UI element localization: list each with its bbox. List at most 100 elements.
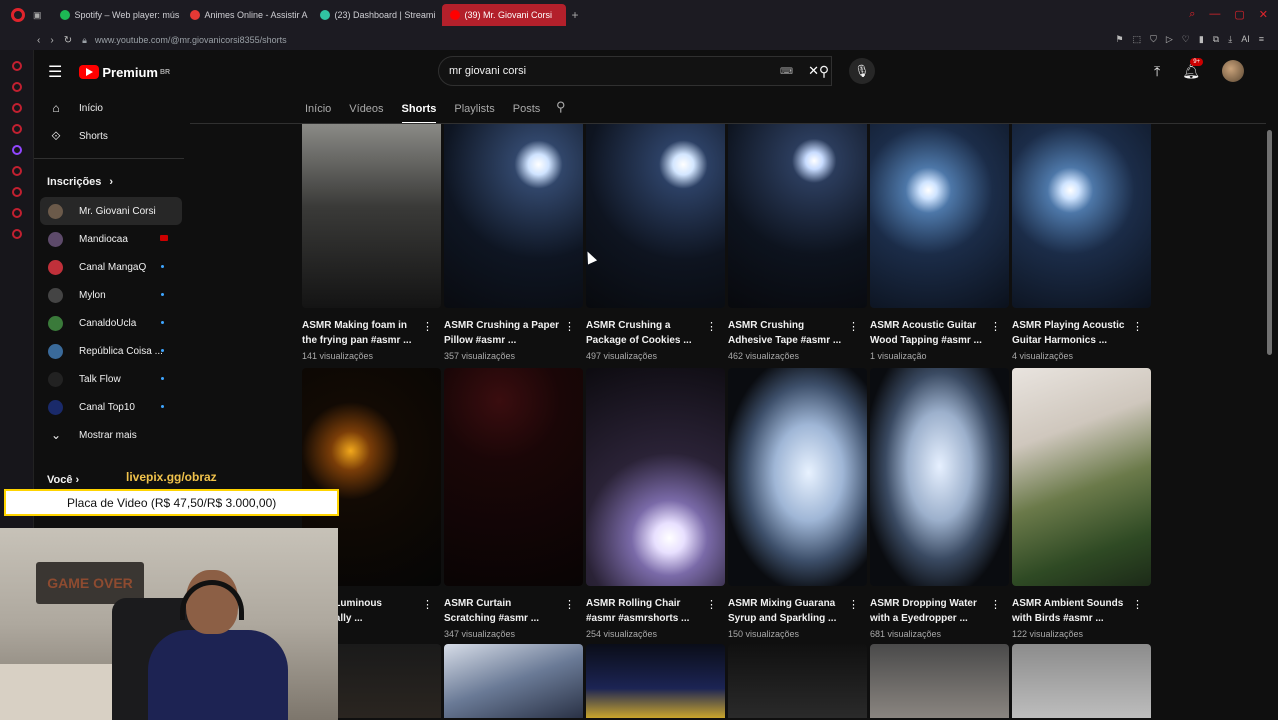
more-options-icon[interactable]: ⋮	[990, 320, 1001, 333]
search-value[interactable]: mr giovani corsi	[449, 65, 526, 77]
short-title[interactable]: ASMR Ambient Sounds with Birds #asmr ...	[1012, 596, 1132, 626]
short-card[interactable]: ASMR Ambient Sounds with Birds #asmr ...…	[1012, 368, 1151, 644]
voice-search-button[interactable]: 🎙︎	[849, 58, 875, 84]
subscription-item[interactable]: Canal Top10	[34, 393, 186, 421]
more-options-icon[interactable]: ⋮	[848, 320, 859, 333]
short-thumbnail[interactable]	[728, 124, 867, 308]
workspaces-icon[interactable]: ▣	[33, 10, 42, 21]
ai-button[interactable]: AI	[1241, 34, 1250, 45]
short-thumbnail[interactable]	[870, 644, 1009, 718]
short-thumbnail[interactable]	[728, 368, 867, 586]
snapshot-icon[interactable]: ⬚	[1133, 34, 1142, 45]
short-title[interactable]: ASMR Rolling Chair #asmr #asmrshorts ...	[586, 596, 706, 626]
subscriptions-heading[interactable]: Inscrições ›	[34, 167, 186, 197]
short-thumbnail[interactable]	[728, 644, 867, 718]
short-thumbnail[interactable]	[1012, 124, 1151, 308]
more-options-icon[interactable]: ⋮	[706, 320, 717, 333]
search-button[interactable]: ⚲	[802, 56, 846, 86]
new-tab-button[interactable]: +	[572, 8, 579, 22]
short-thumbnail[interactable]	[586, 124, 725, 308]
url-field[interactable]: www.youtube.com/@mr.giovanicorsi8355/sho…	[95, 35, 287, 45]
tab-posts[interactable]: Posts	[513, 103, 541, 115]
subscription-item[interactable]: CanaldoUcla	[34, 309, 186, 337]
short-card[interactable]	[586, 644, 725, 718]
notifications-button[interactable]: 🔔︎ 9+	[1182, 57, 1204, 80]
tab-playlists[interactable]: Playlists	[454, 103, 494, 115]
sidebar-item-shorts[interactable]: ⟐ Shorts	[34, 122, 186, 150]
short-card[interactable]	[728, 644, 867, 718]
search-input[interactable]: mr giovani corsi ⌨ ✕	[438, 56, 832, 86]
youtube-premium-logo[interactable]: Premium BR	[79, 65, 170, 80]
instagram-icon[interactable]	[12, 82, 22, 92]
short-card[interactable]	[870, 644, 1009, 718]
shield-icon[interactable]: ⛉	[1150, 34, 1157, 45]
search-tabs-icon[interactable]: ⌕	[1189, 8, 1195, 21]
tab-vdeos[interactable]: Vídeos	[349, 103, 383, 115]
short-card[interactable]: ASMR Crushing a Paper Pillow #asmr ... 35…	[444, 124, 583, 368]
short-card[interactable]: ASMR Making foam in the frying pan #asmr…	[302, 124, 441, 368]
avatar[interactable]	[1222, 60, 1244, 82]
short-title[interactable]: ASMR Crushing Adhesive Tape #asmr ...	[728, 318, 848, 348]
short-title[interactable]: ASMR Playing Acoustic Guitar Harmonics .…	[1012, 318, 1132, 348]
subscription-item[interactable]: Canal MangaQ	[34, 253, 186, 281]
hamburger-menu-icon[interactable]: ☰	[48, 62, 62, 82]
browser-tab[interactable]: Spotify – Web player: mús	[52, 4, 180, 26]
short-thumbnail[interactable]	[444, 124, 583, 308]
close-window-icon[interactable]: ✕	[1259, 8, 1268, 21]
short-card[interactable]: ASMR Playing Acoustic Guitar Harmonics .…	[1012, 124, 1151, 368]
more-options-icon[interactable]: ⋮	[1132, 320, 1143, 333]
short-title[interactable]: ASMR Dropping Water with a Eyedropper ..…	[870, 596, 990, 626]
vk-icon[interactable]	[12, 124, 22, 134]
short-title[interactable]: ASMR Mixing Guarana Syrup and Sparkling …	[728, 596, 848, 626]
more-options-icon[interactable]: ⋮	[1132, 598, 1143, 611]
short-thumbnail[interactable]	[444, 368, 583, 586]
more-options-icon[interactable]: ⋮	[564, 320, 575, 333]
whatsapp-icon[interactable]	[12, 103, 22, 113]
more-options-icon[interactable]: ⋮	[564, 598, 575, 611]
keyboard-icon[interactable]: ⌨	[780, 66, 793, 77]
back-icon[interactable]: ‹	[37, 35, 40, 46]
browser-tab[interactable]: (39) Mr. Giovani Corsi	[441, 4, 566, 26]
short-card[interactable]	[444, 644, 583, 718]
subscription-item[interactable]: Mr. Giovani Corsi	[40, 197, 182, 225]
short-card[interactable]: ASMR Acoustic Guitar Wood Tapping #asmr …	[870, 124, 1009, 368]
subscription-item[interactable]: Mylon	[34, 281, 186, 309]
short-card[interactable]: ASMR Crushing a Package of Cookies ... 49…	[586, 124, 725, 368]
history-icon[interactable]	[12, 187, 22, 197]
short-card[interactable]: ASMR Crushing Adhesive Tape #asmr ... 462…	[728, 124, 867, 368]
settings-icon[interactable]	[12, 229, 22, 239]
short-title[interactable]: ASMR Making foam in the frying pan #asmr…	[302, 318, 422, 348]
more-options-icon[interactable]: ⋮	[422, 598, 433, 611]
subscription-item[interactable]: República Coisa ...	[34, 337, 186, 365]
short-thumbnail[interactable]	[586, 368, 725, 586]
play-icon[interactable]: ▷	[1166, 34, 1173, 45]
short-thumbnail[interactable]	[302, 124, 441, 308]
more-options-icon[interactable]: ⋮	[990, 598, 1001, 611]
maximize-icon[interactable]: ▢	[1234, 8, 1244, 21]
forward-icon[interactable]: ›	[50, 35, 53, 46]
channel-search-icon[interactable]: ⚲	[556, 99, 566, 115]
short-title[interactable]: ASMR Crushing a Paper Pillow #asmr ...	[444, 318, 564, 348]
short-card[interactable]	[1012, 644, 1151, 718]
short-thumbnail[interactable]	[586, 644, 725, 718]
tab-shorts[interactable]: Shorts	[401, 103, 436, 124]
short-card[interactable]: ASMR Dropping Water with a Eyedropper ..…	[870, 368, 1009, 644]
menu-dots-icon[interactable]: ≡	[1259, 34, 1264, 45]
short-title[interactable]: ASMR Curtain Scratching #asmr ...	[444, 596, 564, 626]
messenger-icon[interactable]	[12, 61, 22, 71]
subscription-item[interactable]: Talk Flow	[34, 365, 186, 393]
short-card[interactable]: ASMR Curtain Scratching #asmr ... 347 vis…	[444, 368, 583, 644]
download-icon[interactable]: ⤓	[1228, 34, 1232, 45]
short-title[interactable]: ASMR Crushing a Package of Cookies ...	[586, 318, 706, 348]
reload-icon[interactable]: ↻	[64, 35, 72, 46]
show-more-button[interactable]: ⌄ Mostrar mais	[34, 421, 186, 449]
short-card[interactable]: ASMR Rolling Chair #asmr #asmrshorts ...…	[586, 368, 725, 644]
wallet-icon[interactable]: ▮	[1199, 34, 1204, 45]
short-thumbnail[interactable]	[870, 124, 1009, 308]
short-card[interactable]: ASMR Mixing Guarana Syrup and Sparkling …	[728, 368, 867, 644]
more-options-icon[interactable]: ⋮	[706, 598, 717, 611]
short-title[interactable]: ASMR Acoustic Guitar Wood Tapping #asmr …	[870, 318, 990, 348]
more-options-icon[interactable]: ⋮	[848, 598, 859, 611]
player-icon[interactable]	[12, 166, 22, 176]
more-options-icon[interactable]: ⋮	[422, 320, 433, 333]
